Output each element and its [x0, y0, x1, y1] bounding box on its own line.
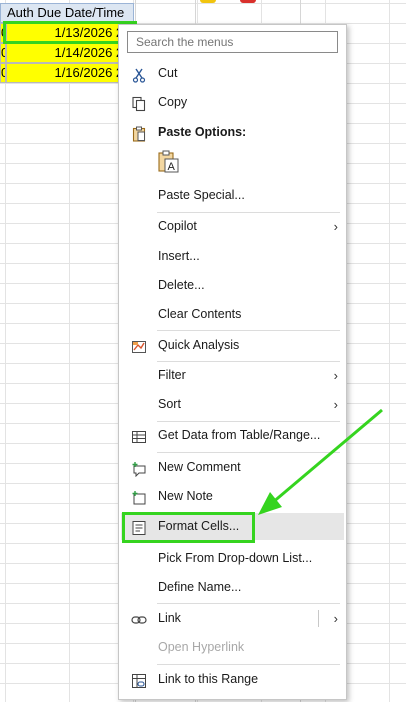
- annotation-arrow-icon: [258, 408, 383, 515]
